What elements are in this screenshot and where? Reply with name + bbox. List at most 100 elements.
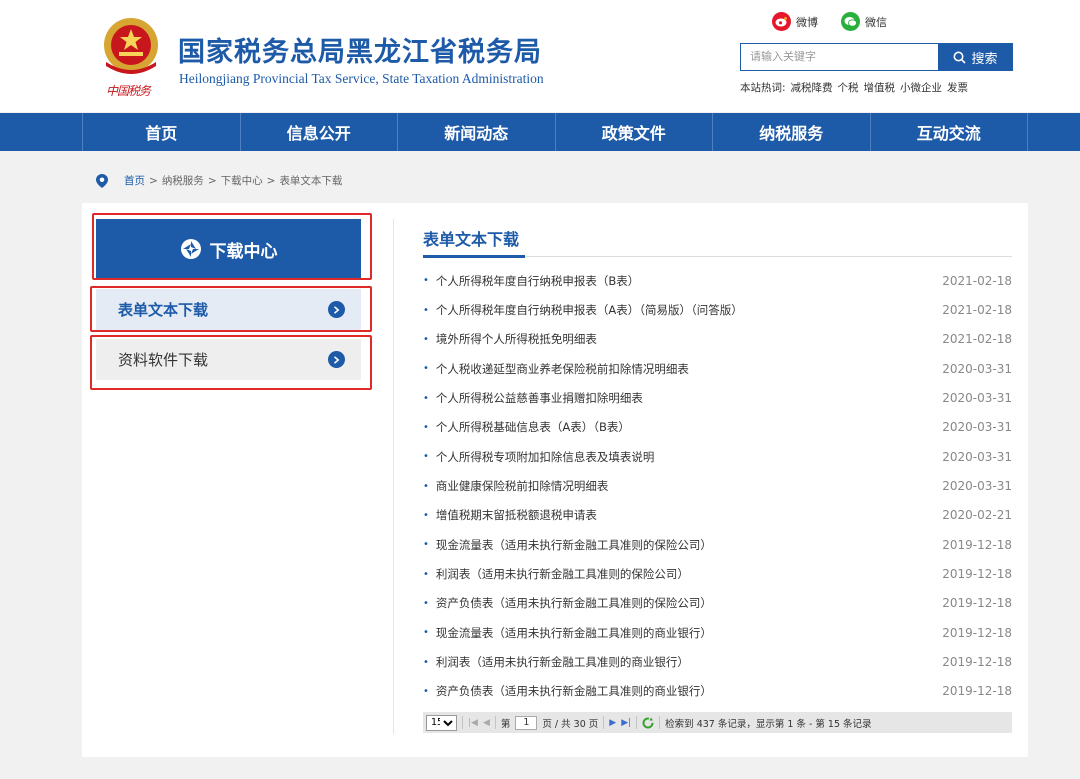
file-link[interactable]: 个人所得税基础信息表（A表）（B表） [436,419,630,435]
page-number-input[interactable]: 1 [515,715,538,730]
page-prefix: 第 [500,718,511,730]
file-link[interactable]: 增值税期末留抵税额退税申请表 [436,507,597,523]
file-entry: • 个人所得税年度自行纳税申报表（A表）（简易版）（问答版） [423,302,743,318]
national-tax-emblem-icon[interactable] [100,16,162,78]
file-list-item[interactable]: • 资产负债表（适用未执行新金融工具准则的商业银行） 2019-12-18 [423,677,1012,706]
file-link[interactable]: 现金流量表（适用未执行新金融工具准则的商业银行） [436,625,712,641]
search-icon [953,51,967,64]
nav-item-tax-service[interactable]: 纳税服务 [713,113,871,151]
hotword-link[interactable]: 小微企业 [900,80,942,95]
pager-separator [603,716,605,729]
weibo-label: 微博 [796,15,818,29]
file-entry: • 境外所得个人所得税抵免明细表 [423,331,597,347]
file-list-item[interactable]: • 个人所得税基础信息表（A表）（B表） 2020-03-31 [423,413,1012,442]
bullet-icon: • [423,597,429,609]
wechat-label: 微信 [865,15,887,29]
file-date: 2020-03-31 [942,479,1012,494]
previous-page-icon[interactable]: ◀ [483,718,490,728]
file-date: 2019-12-18 [942,655,1012,670]
highlight-frame [92,213,372,280]
file-link[interactable]: 商业健康保险税前扣除情况明细表 [436,478,609,494]
search-input[interactable]: 请输入关键字 [740,43,938,71]
file-date: 2021-02-18 [942,332,1012,347]
pager-separator [636,716,638,729]
last-page-icon[interactable]: ▶| [621,718,631,728]
file-list-item[interactable]: • 商业健康保险税前扣除情况明细表 2020-03-31 [423,471,1012,500]
weibo-link[interactable]: 微博 [772,12,818,31]
file-link[interactable]: 个人税收递延型商业养老保险税前扣除情况明细表 [436,361,689,377]
file-link[interactable]: 个人所得税年度自行纳税申报表（A表）（简易版）（问答版） [436,302,743,318]
wechat-link[interactable]: 微信 [841,12,887,31]
file-list-item[interactable]: • 利润表（适用未执行新金融工具准则的商业银行） 2019-12-18 [423,647,1012,676]
file-list-item[interactable]: • 现金流量表（适用未执行新金融工具准则的商业银行） 2019-12-18 [423,618,1012,647]
file-list-item[interactable]: • 个人所得税专项附加扣除信息表及填表说明 2020-03-31 [423,442,1012,471]
list-title: 表单文本下载 [423,230,520,249]
file-list-item[interactable]: • 个人所得税年度自行纳税申报表（A表）（简易版）（问答版） 2021-02-18 [423,295,1012,324]
highlight-frame [90,335,372,390]
bullet-icon: • [423,333,429,345]
file-link[interactable]: 利润表（适用未执行新金融工具准则的商业银行） [436,654,689,670]
file-entry: • 个人所得税年度自行纳税申报表（B表） [423,273,639,289]
file-list-item[interactable]: • 资产负债表（适用未执行新金融工具准则的保险公司） 2019-12-18 [423,589,1012,618]
file-link[interactable]: 资产负债表（适用未执行新金融工具准则的商业银行） [436,683,712,699]
hotword-link[interactable]: 发票 [947,80,968,95]
file-date: 2020-03-31 [942,420,1012,435]
page-size-select[interactable]: 15 [426,714,457,731]
main-nav: 首页 信息公开 新闻动态 政策文件 纳税服务 互动交流 [0,113,1080,151]
bullet-icon: • [423,627,429,639]
file-date: 2020-03-31 [942,391,1012,406]
weibo-icon [772,12,791,31]
nav-item-news[interactable]: 新闻动态 [398,113,556,151]
bullet-icon: • [423,421,429,433]
refresh-icon[interactable] [642,717,654,729]
file-date: 2021-02-18 [942,303,1012,318]
bullet-icon: • [423,275,429,287]
hotword-link[interactable]: 个税 [838,80,859,95]
hotwords-label: 本站热词: [740,82,786,94]
file-list-item[interactable]: • 现金流量表（适用未执行新金融工具准则的保险公司） 2019-12-18 [423,530,1012,559]
pager-separator [659,716,661,729]
file-link[interactable]: 现金流量表（适用未执行新金融工具准则的保险公司） [436,537,712,553]
file-list-item[interactable]: • 增值税期末留抵税额退税申请表 2020-02-21 [423,501,1012,530]
file-link[interactable]: 个人所得税年度自行纳税申报表（B表） [436,273,639,289]
file-date: 2021-02-18 [942,273,1012,288]
file-list-item[interactable]: • 个人税收递延型商业养老保险税前扣除情况明细表 2020-03-31 [423,354,1012,383]
file-entry: • 资产负债表（适用未执行新金融工具准则的商业银行） [423,683,712,699]
bullet-icon: • [423,363,429,375]
file-link[interactable]: 资产负债表（适用未执行新金融工具准则的保险公司） [436,595,712,611]
site-header: 中国税务 国家税务总局黑龙江省税务局 Heilongjiang Provinci… [0,0,1080,112]
bullet-icon: • [423,509,429,521]
file-list-item[interactable]: • 利润表（适用未执行新金融工具准则的保险公司） 2019-12-18 [423,559,1012,588]
file-list: • 个人所得税年度自行纳税申报表（B表） 2021-02-18 • 个人所得税年度自行纳… [423,266,1012,706]
nav-item-home[interactable]: 首页 [83,113,241,151]
file-entry: • 现金流量表（适用未执行新金融工具准则的商业银行） [423,625,712,641]
nav-item-policy[interactable]: 政策文件 [556,113,713,151]
file-entry: • 增值税期末留抵税额退税申请表 [423,507,597,523]
site-title[interactable]: 国家税务总局黑龙江省税务局 [178,30,542,69]
file-link[interactable]: 个人所得税公益慈善事业捐赠扣除明细表 [436,390,643,406]
nav-item-interaction[interactable]: 互动交流 [871,113,1028,151]
hotwords-bar: 本站热词: 减税降费 个税 增值税 小微企业 发票 [740,80,968,95]
breadcrumb-download-center[interactable]: 下载中心 [221,173,263,188]
file-list-item[interactable]: • 境外所得个人所得税抵免明细表 2021-02-18 [423,325,1012,354]
first-page-icon[interactable]: |◀ [468,718,478,728]
file-link[interactable]: 个人所得税专项附加扣除信息表及填表说明 [436,449,655,465]
breadcrumb-home[interactable]: 首页 [124,173,145,188]
file-list-item[interactable]: • 个人所得税公益慈善事业捐赠扣除明细表 2020-03-31 [423,383,1012,412]
bullet-icon: • [423,451,429,463]
bullet-icon: • [423,480,429,492]
file-entry: • 利润表（适用未执行新金融工具准则的保险公司） [423,566,689,582]
nav-item-info-disclosure[interactable]: 信息公开 [241,113,398,151]
file-link[interactable]: 境外所得个人所得税抵免明细表 [436,331,597,347]
hotword-link[interactable]: 减税降费 [791,80,833,95]
main-nav-items: 首页 信息公开 新闻动态 政策文件 纳税服务 互动交流 [82,113,1028,151]
file-link[interactable]: 利润表（适用未执行新金融工具准则的保险公司） [436,566,689,582]
next-page-icon[interactable]: ▶ [609,718,616,728]
hotword-link[interactable]: 增值税 [864,80,896,95]
file-entry: • 个人所得税基础信息表（A表）（B表） [423,419,630,435]
search-button[interactable]: 搜索 [938,43,1013,71]
file-entry: • 个人所得税专项附加扣除信息表及填表说明 [423,449,654,465]
file-entry: • 利润表（适用未执行新金融工具准则的商业银行） [423,654,689,670]
breadcrumb-tax-service[interactable]: 纳税服务 [162,173,204,188]
file-list-item[interactable]: • 个人所得税年度自行纳税申报表（B表） 2021-02-18 [423,266,1012,295]
